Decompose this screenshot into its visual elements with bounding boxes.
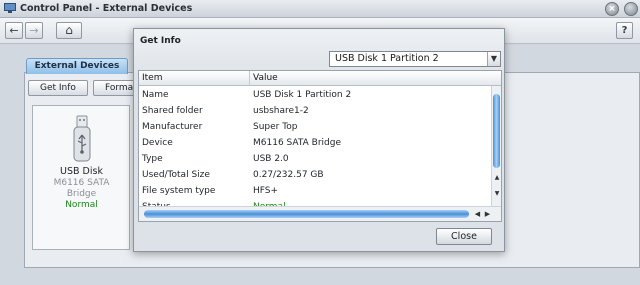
- column-header-item[interactable]: Item: [142, 73, 163, 83]
- column-header-value[interactable]: Value: [253, 73, 278, 83]
- device-status: Normal: [65, 200, 98, 210]
- arrow-left-icon: ←: [9, 24, 19, 37]
- arrow-right-icon: →: [29, 24, 39, 37]
- window-titlebar: Control Panel - External Devices ×: [0, 0, 640, 18]
- usb-drive-icon: [73, 115, 91, 162]
- home-button[interactable]: ⌂: [56, 22, 82, 39]
- vertical-scrollbar[interactable]: ▲ ▼: [491, 86, 501, 206]
- close-button[interactable]: Close: [436, 228, 492, 245]
- get-info-label: Get Info: [40, 83, 76, 93]
- forward-button[interactable]: →: [25, 22, 43, 39]
- partition-select[interactable]: USB Disk 1 Partition 2 ▼: [329, 51, 501, 67]
- table-row[interactable]: Shared folder usbshare1-2: [139, 103, 491, 119]
- scroll-down-icon[interactable]: ▼: [493, 190, 501, 198]
- horizontal-scrollbar[interactable]: ◀ ▶: [139, 206, 501, 221]
- column-divider[interactable]: [249, 71, 250, 86]
- device-model-line1: M6116 SATA: [53, 178, 110, 188]
- row-value: USB 2.0: [253, 154, 289, 164]
- tab-label: External Devices: [34, 61, 120, 71]
- row-item: Name: [142, 90, 169, 100]
- control-panel-icon: [4, 3, 16, 13]
- row-value: USB Disk 1 Partition 2: [253, 90, 352, 100]
- row-value: 0.27/232.57 GB: [253, 170, 324, 180]
- row-value: usbshare1-2: [253, 106, 309, 116]
- window-close-button[interactable]: ×: [605, 2, 619, 16]
- chevron-down-icon[interactable]: ▼: [487, 52, 500, 66]
- table-row[interactable]: File system type HFS+: [139, 183, 491, 199]
- row-item: Type: [142, 154, 163, 164]
- row-item: Shared folder: [142, 106, 203, 116]
- tab-external-devices[interactable]: External Devices: [26, 58, 128, 74]
- partition-select-value: USB Disk 1 Partition 2: [335, 53, 439, 64]
- scroll-up-icon[interactable]: ▲: [493, 174, 501, 182]
- row-value: M6116 SATA Bridge: [253, 138, 342, 148]
- table-row[interactable]: Name USB Disk 1 Partition 2: [139, 87, 491, 103]
- dialog-header: Get Info USB Disk 1 Partition 2 ▼: [134, 29, 504, 73]
- table-row[interactable]: Manufacturer Super Top: [139, 119, 491, 135]
- row-value: Super Top: [253, 122, 298, 132]
- row-item: Used/Total Size: [142, 170, 210, 180]
- device-model-line2: Bridge: [66, 189, 97, 199]
- device-name: USB Disk: [60, 166, 103, 177]
- table-row[interactable]: Used/Total Size 0.27/232.57 GB: [139, 167, 491, 183]
- row-item: Manufacturer: [142, 122, 203, 132]
- help-button[interactable]: ?: [616, 22, 633, 39]
- close-icon: ×: [608, 4, 616, 14]
- grid-header: Item Value: [139, 71, 501, 86]
- device-list: USB Disk M6116 SATA Bridge Normal: [32, 105, 130, 250]
- get-info-dialog: Get Info USB Disk 1 Partition 2 ▼ Item V…: [133, 28, 505, 252]
- home-icon: ⌂: [65, 23, 73, 37]
- help-icon: ?: [621, 25, 628, 36]
- row-item: File system type: [142, 186, 216, 196]
- dialog-title: Get Info: [140, 36, 181, 46]
- scroll-left-icon[interactable]: ◀: [473, 210, 482, 219]
- row-value: HFS+: [253, 186, 279, 196]
- device-card-usb-disk[interactable]: USB Disk M6116 SATA Bridge Normal: [34, 107, 129, 250]
- row-item: Device: [142, 138, 173, 148]
- table-row[interactable]: Device M6116 SATA Bridge: [139, 135, 491, 151]
- table-row[interactable]: Type USB 2.0: [139, 151, 491, 167]
- vertical-scroll-thumb[interactable]: [493, 94, 500, 168]
- format-button[interactable]: Format: [93, 80, 138, 96]
- get-info-button[interactable]: Get Info: [28, 80, 88, 96]
- format-label: Format: [105, 83, 137, 93]
- back-button[interactable]: ←: [5, 22, 23, 39]
- info-grid: Item Value Name USB Disk 1 Partition 2 S…: [138, 70, 502, 222]
- scroll-right-icon[interactable]: ▶: [483, 210, 492, 219]
- horizontal-scroll-thumb[interactable]: [144, 210, 469, 218]
- window-title: Control Panel - External Devices: [20, 3, 193, 14]
- close-button-label: Close: [451, 231, 477, 242]
- window-restore-button[interactable]: [624, 2, 638, 16]
